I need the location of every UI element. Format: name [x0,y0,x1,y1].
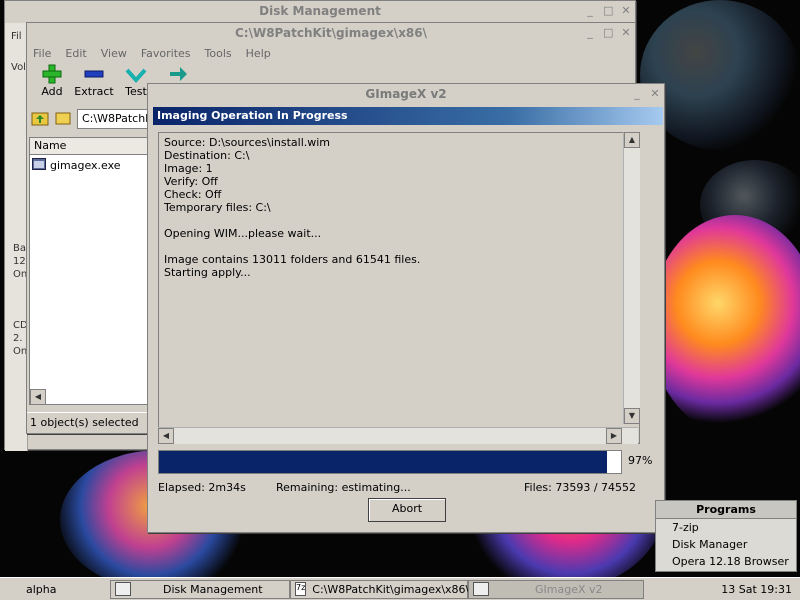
program-item-opera[interactable]: Opera 12.18 Browser [656,553,796,570]
horizontal-scrollbar[interactable]: ◀ ▶ [158,427,638,444]
taskbar: alpha Disk Management 7z C:\W8PatchKit\g… [0,577,800,600]
file-name: gimagex.exe [50,159,121,172]
menu-tools[interactable]: Tools [205,47,232,60]
7zip-icon: 7z [295,582,307,596]
elapsed-time: Elapsed: 2m34s [158,481,246,494]
window-title: C:\W8PatchKit\gimagex\x86\ [234,26,428,40]
maximize-button[interactable]: □ [603,4,613,17]
add-label: Add [41,85,63,98]
scroll-down-button[interactable]: ▼ [624,408,640,424]
menu-help[interactable]: Help [246,47,271,60]
disk-management-icon [115,582,131,596]
minimize-button[interactable]: _ [585,4,595,17]
list-item[interactable]: gimagex.exe [30,155,148,176]
log-output[interactable]: Source: D:\sources\install.wim Destinati… [158,132,640,444]
gimagex-icon [473,582,489,596]
minus-icon [73,63,115,85]
dialog-title: GImageX v2 [365,87,447,101]
files-count: Files: 73593 / 74552 [524,481,637,494]
programs-title: Programs [656,501,796,519]
task-disk-management[interactable]: Disk Management [110,579,290,599]
window-controls: _ ✕ [632,87,660,100]
maximize-button[interactable]: □ [603,26,613,39]
task-label: GImageX v2 [535,582,603,596]
disk-label: On [13,269,28,280]
up-folder-icon[interactable] [31,110,49,129]
check-icon [115,63,157,85]
disk-label: Ba [13,243,26,254]
log-line: Verify: Off [164,175,218,188]
bubble-decoration [650,215,800,435]
program-item-7zip[interactable]: 7-zip [656,519,796,536]
window-controls: _ □ ✕ [585,4,631,17]
column-header-name[interactable]: Name [30,138,148,155]
exe-file-icon [32,158,46,173]
menu-favorites[interactable]: Favorites [141,47,191,60]
task-label: Disk Management [163,582,263,596]
program-item-disk-manager[interactable]: Disk Manager [656,536,796,553]
log-line: Image: 1 [164,162,213,175]
task-label: C:\W8PatchKit\gimagex\x86\ [312,582,470,596]
scroll-left-button[interactable]: ◀ [30,389,46,405]
disk-label: CD [13,320,28,331]
menu-fragment: Fil [11,31,22,42]
close-button[interactable]: ✕ [650,87,660,100]
disk-label: On [13,346,28,357]
extract-button[interactable]: Extract [73,63,115,98]
file-list[interactable]: Name gimagex.exe ◀ [29,137,149,405]
start-label: alpha [26,582,57,596]
log-line: Image contains 13011 folders and 61541 f… [164,253,421,266]
progress-percent: 97% [628,454,653,467]
task-explorer[interactable]: 7z C:\W8PatchKit\gimagex\x86\ [290,579,470,599]
remaining-time: Remaining: estimating... [276,481,411,494]
abort-button[interactable]: Abort [368,498,446,522]
plus-icon [31,63,73,85]
log-line: Opening WIM...please wait... [164,227,322,240]
menu-view[interactable]: View [101,47,127,60]
log-line: Check: Off [164,188,222,201]
clock: 13 Sat 19:31 [721,582,792,596]
menu-edit[interactable]: Edit [65,47,86,60]
disk-management-side: Fil Vol Ba 12 On CD 2. On [5,23,28,451]
menu-bar: File Edit View Favorites Tools Help [27,43,635,63]
close-button[interactable]: ✕ [621,26,631,39]
add-button[interactable]: Add [31,63,73,98]
minimize-button[interactable]: _ [632,87,642,100]
scroll-up-button[interactable]: ▲ [624,132,640,148]
window-title: Disk Management [259,4,381,18]
task-gimagex[interactable]: GImageX v2 [468,579,644,599]
log-line: Starting apply... [164,266,251,279]
minimize-button[interactable]: _ [585,26,595,39]
programs-panel: Programs 7-zip Disk Manager Opera 12.18 … [655,500,797,572]
copy-arrow-icon [157,63,199,85]
log-line: Destination: C:\ [164,149,250,162]
window-controls: _ □ ✕ [585,26,631,39]
progress-fill [159,451,608,473]
log-line: Source: D:\sources\install.wim [164,136,331,149]
disk-label: 12 [13,256,26,267]
copy-button[interactable] [157,63,199,85]
vertical-scrollbar[interactable]: ▲ ▼ [623,132,640,424]
start-button[interactable]: alpha [0,580,110,599]
folder-icon [55,111,71,128]
operation-header: Imaging Operation In Progress [153,107,663,125]
gimagex-dialog[interactable]: GImageX v2 _ ✕ Imaging Operation In Prog… [147,83,665,533]
close-button[interactable]: ✕ [621,4,631,17]
scroll-right-button[interactable]: ▶ [606,428,622,444]
scroll-left-button[interactable]: ◀ [158,428,174,444]
extract-label: Extract [74,85,114,98]
log-line: Temporary files: C:\ [164,201,271,214]
disk-label: 2. [13,333,23,344]
menu-file[interactable]: File [33,47,51,60]
status-bar: 1 object(s) selected [27,412,150,433]
log-lines: Source: D:\sources\install.wim Destinati… [159,133,639,279]
volume-label: Vol [11,62,26,73]
progress-bar [158,450,622,474]
